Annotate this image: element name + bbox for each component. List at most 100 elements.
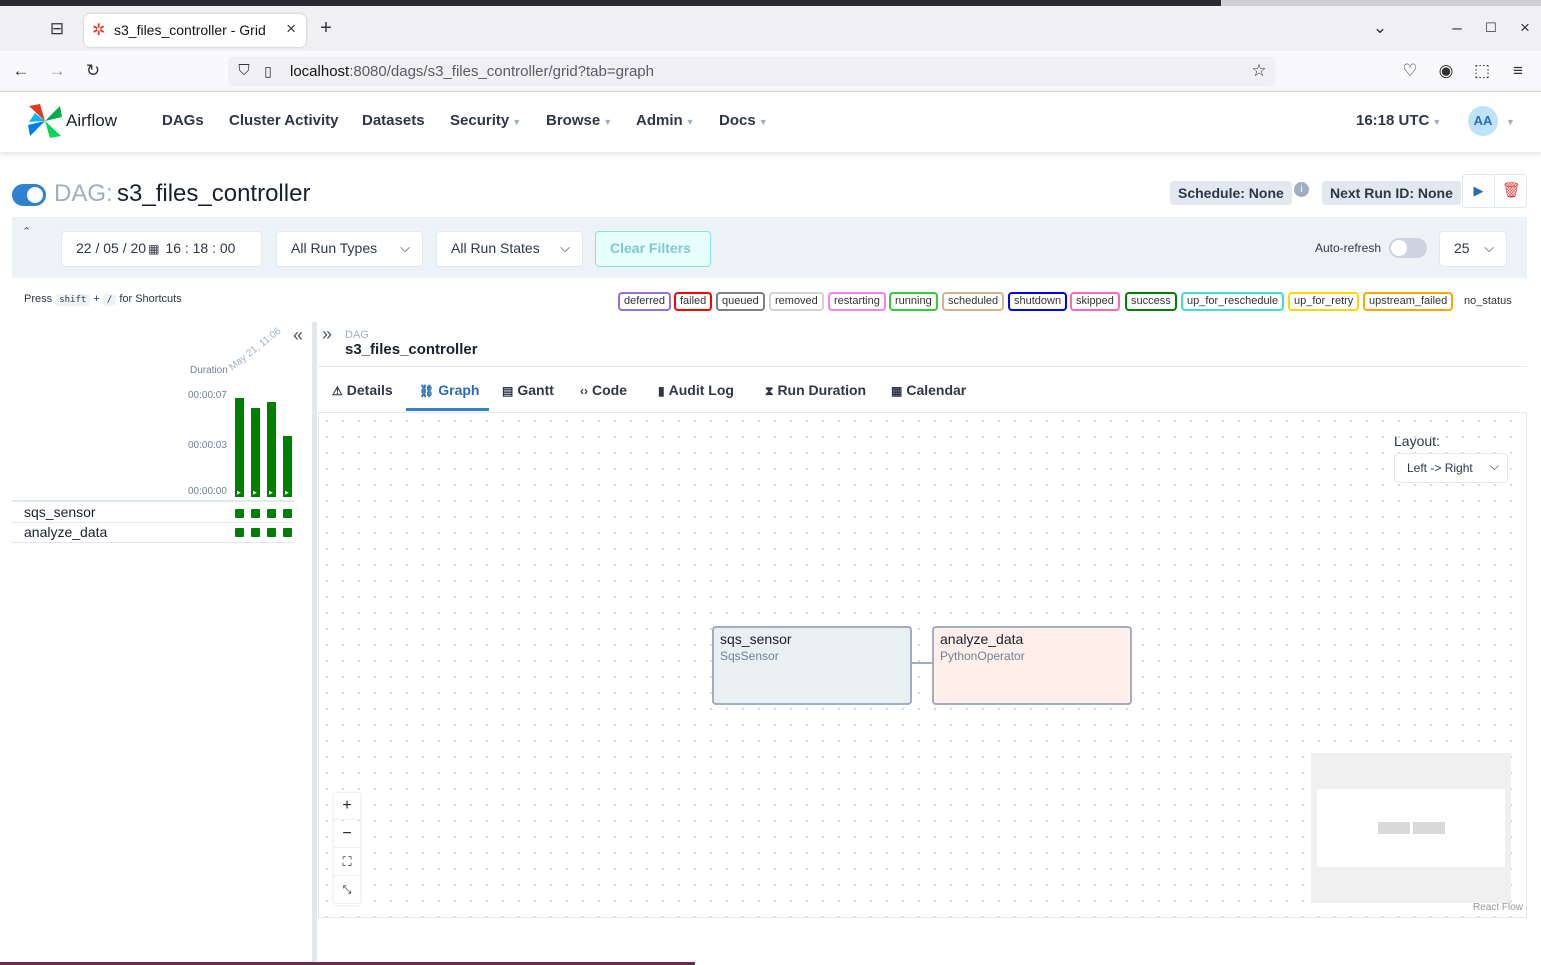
task-instance-grid [235,503,295,543]
state-badge-up-for-retry: up_for_retry [1288,292,1360,311]
react-flow-attribution[interactable]: React Flow [1473,902,1523,913]
minimize-icon[interactable]: – [1447,18,1467,38]
extensions-icon[interactable]: ⬚ [1472,61,1492,81]
run-state-select[interactable]: All Run States ⌵ [436,231,583,267]
new-tab-icon[interactable]: + [316,18,336,38]
timezone-clock[interactable]: 16:18 UTC ▼ [1356,112,1441,129]
task-instance-square[interactable] [235,509,244,518]
task-node-sqs-sensor[interactable]: sqs_sensor SqsSensor [712,626,912,705]
auto-refresh-toggle[interactable] [1389,238,1427,258]
clear-filters-button[interactable]: Clear Filters [595,231,711,267]
pocket-icon[interactable]: ♡ [1400,61,1420,81]
state-badge-restarting: restarting [828,292,886,311]
run-duration-bar[interactable]: ▶ [235,398,244,497]
airflow-logo-icon[interactable] [26,102,64,140]
page-icon: ▯ [264,63,272,79]
panel-resize-handle[interactable] [312,322,317,965]
duration-tick-bottom: 00:00:00 [188,486,227,497]
tab-code[interactable]: ‹› Code [580,382,627,398]
layout-select[interactable]: Left -> Right ⌵ [1394,453,1508,483]
menu-cluster-activity[interactable]: Cluster Activity [229,112,338,129]
page-size-select[interactable]: 25 ⌵ [1439,231,1507,267]
run-duration-bar[interactable]: ▶ [267,402,276,497]
dag-pause-toggle[interactable] [12,184,46,206]
trigger-dag-play-icon[interactable]: ▶ [1463,175,1495,207]
account-icon[interactable]: ◉ [1436,61,1456,81]
tab-calendar[interactable]: ▦ Calendar [891,382,966,398]
fit-view-icon[interactable]: ⛶ [334,849,360,876]
state-badge-running: running [889,292,938,311]
close-tab-icon[interactable]: × [286,19,296,39]
info-icon[interactable]: i [1294,182,1309,197]
shield-icon: ⛉ [238,62,250,79]
bookmark-star-icon[interactable]: ☆ [1249,61,1269,81]
run-marker-icon: ▶ [269,490,273,496]
expand-grid-icon[interactable]: » [322,324,332,345]
details-panel: » DAG s3_files_controller ⚠ Details ⛓ Grap… [318,322,1527,922]
graph-canvas[interactable]: Layout: Left -> Right ⌵ sqs_sensor SqsSen… [318,412,1527,918]
state-badge-failed: failed [674,292,713,311]
warning-icon: ⚠ [332,384,343,398]
brand-name[interactable]: Airflow [66,111,117,131]
run-marker-icon: ▶ [253,490,257,496]
user-caret-icon[interactable]: ▼ [1506,117,1515,127]
delete-dag-trash-icon[interactable]: 🗑 [1496,175,1527,207]
chevron-down-icon: ⌵ [560,240,570,255]
state-badge-queued: queued [716,292,765,311]
forward-icon[interactable]: → [46,61,68,81]
task-instance-square[interactable] [267,509,276,518]
duration-tick-top: 00:00:07 [188,390,227,401]
graph-icon: ⛓ [419,384,435,398]
back-icon[interactable]: ← [10,61,32,81]
menu-hamburger-icon[interactable]: ≡ [1508,61,1528,81]
chevron-down-icon: ⌵ [1489,459,1499,473]
fullscreen-icon[interactable]: ⤡ [334,877,360,904]
address-bar[interactable]: ⛉ ▯ localhost:8080/dags/s3_files_control… [228,57,1275,86]
task-name[interactable]: sqs_sensor [24,504,96,520]
node-task-name: analyze_data [940,631,1024,647]
browser-tab[interactable]: ✲ s3_files_controller - Grid × [84,14,306,47]
state-badge-removed: removed [769,292,824,311]
chevron-down-icon: ⌵ [1484,240,1494,255]
run-duration-bar[interactable]: ▶ [251,408,260,497]
maximize-icon[interactable]: ☐ [1481,18,1501,38]
tab-list-icon[interactable]: ⊟ [46,19,68,39]
collapse-grid-icon[interactable]: « [293,325,303,346]
tab-gantt[interactable]: ▤ Gantt [502,382,554,398]
run-type-select[interactable]: All Run Types ⌵ [276,231,423,267]
menu-security[interactable]: Security ▼ [450,112,521,129]
task-instance-square[interactable] [267,528,276,537]
calendar-icon[interactable]: ▦ [148,242,159,256]
filter-bar: ⌃ 22 / 05 / 20 ▦ 16 : 18 : 00 All Run Type… [12,217,1527,278]
breadcrumb-dag-name[interactable]: s3_files_controller [345,341,478,358]
menu-datasets[interactable]: Datasets [362,112,425,129]
minimap[interactable] [1311,753,1511,903]
tab-graph[interactable]: ⛓ Graph [419,382,479,398]
run-duration-bar[interactable]: ▶ [283,436,292,497]
collapse-up-icon[interactable]: ⌃ [22,225,31,238]
menu-dags[interactable]: DAGs [162,112,204,129]
task-instance-square[interactable] [235,528,244,537]
tab-details[interactable]: ⚠ Details [332,382,393,398]
task-name[interactable]: analyze_data [24,524,107,540]
task-instance-square[interactable] [251,509,260,518]
zoom-out-icon[interactable]: − [334,821,360,848]
reload-icon[interactable]: ↻ [82,61,104,81]
base-date-input[interactable]: 22 / 05 / 20 ▦ 16 : 18 : 00 [61,231,262,267]
tab-run-duration[interactable]: ⧗ Run Duration [765,382,866,399]
zoom-in-icon[interactable]: + [334,793,360,820]
menu-docs[interactable]: Docs ▼ [719,112,768,129]
dag-prefix: DAG: [54,180,113,207]
tab-overflow-chevron-icon[interactable]: ⌄ [1370,18,1390,38]
menu-admin[interactable]: Admin ▼ [636,112,695,129]
task-instance-square[interactable] [283,528,292,537]
task-instance-square[interactable] [251,528,260,537]
window-close-icon[interactable]: × [1515,18,1535,38]
run-date-label: May 21, 11:06 [227,325,284,373]
tab-audit-log[interactable]: ▮ Audit Log [658,382,734,398]
user-avatar[interactable]: AA [1468,106,1498,136]
task-instance-square[interactable] [283,509,292,518]
browser-nav-bar: ← → ↻ ⛉ ▯ localhost:8080/dags/s3_files_c… [0,51,1541,92]
task-node-analyze-data[interactable]: analyze_data PythonOperator [932,626,1132,705]
menu-browse[interactable]: Browse ▼ [546,112,612,129]
